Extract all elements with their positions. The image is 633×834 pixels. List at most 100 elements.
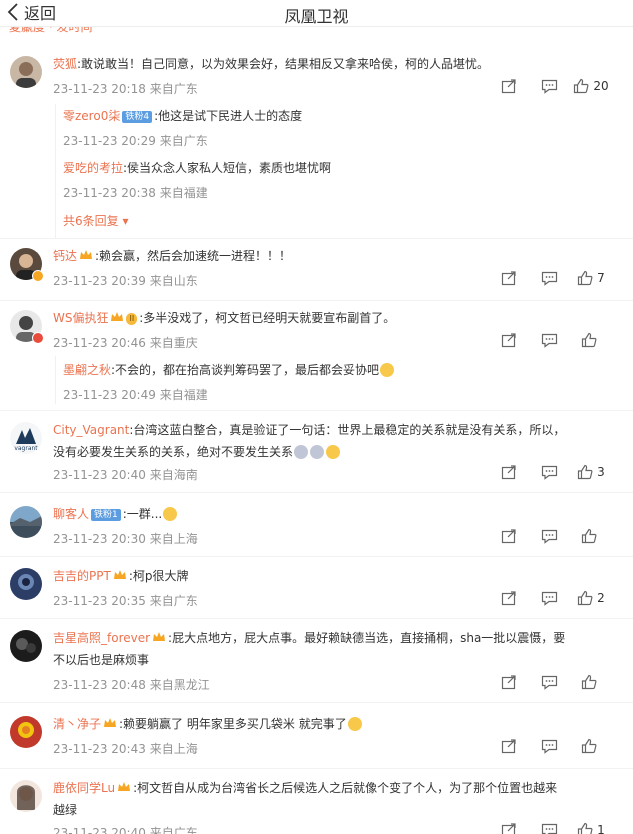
- divider: [0, 492, 633, 493]
- share-button[interactable]: [489, 674, 529, 690]
- peek-text: 夏羸度 · 发时间: [9, 26, 93, 34]
- reply-username[interactable]: 爱吃的考拉: [63, 161, 123, 175]
- comment-username[interactable]: WS偏执狂: [53, 311, 108, 325]
- crown-icon: [79, 249, 93, 261]
- reply-username[interactable]: 墨翩之秋: [63, 363, 111, 377]
- comment-text: :多半没戏了，柯文哲已经明天就要宣布副首了。: [139, 311, 396, 325]
- verified-badge-icon: [32, 332, 44, 344]
- comment-item: 吉星高照_forever:屁大点地方，屁大点事。最好赖缺德当选，直接捅桐，sha…: [0, 628, 633, 698]
- reply-button[interactable]: [529, 590, 569, 606]
- reply-button[interactable]: [529, 270, 569, 286]
- share-button[interactable]: [489, 78, 529, 94]
- crown-icon: [152, 631, 166, 643]
- share-icon: [501, 739, 516, 754]
- comment-username[interactable]: 荧狐: [53, 57, 77, 71]
- emoji-icon: [347, 717, 362, 731]
- crown-icon: [113, 569, 127, 581]
- comment-time: 23-11-23 20:35: [53, 594, 146, 608]
- like-button[interactable]: 20: [569, 78, 613, 94]
- back-button[interactable]: 返回: [6, 0, 56, 24]
- avatar[interactable]: [10, 56, 42, 88]
- share-icon: [501, 529, 516, 544]
- thumbs-up-icon: [581, 528, 597, 544]
- comment-actions: 2: [489, 590, 613, 606]
- like-count: 1: [597, 823, 605, 834]
- like-button[interactable]: 2: [569, 590, 613, 606]
- reply-button[interactable]: [529, 528, 569, 544]
- emoji-icon: [326, 445, 341, 459]
- comment-time: 23-11-23 20:43: [53, 742, 146, 756]
- emoji-icon: [380, 363, 395, 377]
- like-button[interactable]: [569, 332, 613, 348]
- comment-username[interactable]: 钙达: [53, 249, 77, 263]
- reply-button[interactable]: [529, 674, 569, 690]
- vip-level-badge: II: [126, 313, 138, 325]
- like-count: 7: [597, 271, 605, 285]
- like-count: 20: [593, 79, 609, 93]
- avatar[interactable]: [10, 568, 42, 600]
- comment-icon: [541, 465, 557, 480]
- avatar[interactable]: vagrant: [10, 422, 42, 454]
- reply-button[interactable]: [529, 78, 569, 94]
- thumbs-up-icon: [581, 674, 597, 690]
- like-button[interactable]: [569, 528, 613, 544]
- fan-badge: 铁粉1: [91, 509, 121, 521]
- comment-time: 23-11-23 20:18: [53, 82, 146, 96]
- comment-text-continued: 越绿: [53, 803, 78, 817]
- comment-actions: 7: [489, 270, 613, 286]
- comment-text: :柯文哲自从成为台湾省长之后候选人之后就像个变了个人，为了那个位置也越来: [133, 781, 558, 795]
- comment-text: :台湾这蓝白整合，真是验证了一句话：世界上最稳定的关系就是没有关系，所以，: [129, 423, 566, 437]
- share-button[interactable]: [489, 332, 529, 348]
- share-button[interactable]: [489, 464, 529, 480]
- reply-button[interactable]: [529, 822, 569, 834]
- comment-time: 23-11-23 20:40: [53, 468, 146, 482]
- reply-button[interactable]: [529, 464, 569, 480]
- emoji-icon: [163, 507, 178, 521]
- reply-indent-line: [55, 104, 56, 239]
- reply-button[interactable]: [529, 738, 569, 754]
- comment-actions: [489, 674, 613, 690]
- emoji-icon: [310, 445, 325, 459]
- comment-username[interactable]: 鹿依同学Lu: [53, 781, 115, 795]
- comment-username[interactable]: City_Vagrant: [53, 423, 129, 437]
- share-button[interactable]: [489, 590, 529, 606]
- comment-location: 来自上海: [149, 532, 198, 546]
- avatar[interactable]: [10, 506, 42, 538]
- thumbs-up-icon: [574, 78, 589, 94]
- avatar[interactable]: [10, 630, 42, 662]
- reply-button[interactable]: [529, 332, 569, 348]
- comment-location: 来自上海: [149, 742, 198, 756]
- comment-icon: [541, 333, 557, 348]
- comment-time: 23-11-23 20:46: [53, 336, 146, 350]
- share-button[interactable]: [489, 738, 529, 754]
- like-button[interactable]: 3: [569, 464, 613, 480]
- share-icon: [501, 591, 516, 606]
- share-button[interactable]: [489, 270, 529, 286]
- comment-time: 23-11-23 20:39: [53, 274, 146, 288]
- like-button[interactable]: [569, 674, 613, 690]
- comment-username[interactable]: 清丶净子: [53, 717, 101, 731]
- avatar[interactable]: [10, 716, 42, 748]
- avatar[interactable]: [10, 780, 42, 812]
- comment-username[interactable]: 聊客人: [53, 507, 89, 521]
- more-replies-link[interactable]: 共6条回复 ▾: [63, 212, 128, 229]
- comment-username[interactable]: 吉星高照_forever: [53, 631, 150, 645]
- share-button[interactable]: [489, 528, 529, 544]
- comment-location: 来自海南: [149, 468, 198, 482]
- reply-time: 23-11-23 20:38: [63, 186, 156, 200]
- emoji-icon: [294, 445, 309, 459]
- comment-text: :一群...: [122, 507, 163, 521]
- reply-text: :侯当众念人家私人短信，素质也堪忧啊: [123, 161, 332, 175]
- more-replies-label: 共6条回复: [63, 214, 119, 228]
- divider: [0, 556, 633, 557]
- comment-item: 鹿依同学Lu :柯文哲自从成为台湾省长之后候选人之后就像个变了个人，为了那个位置也…: [0, 778, 633, 834]
- like-button[interactable]: 7: [569, 270, 613, 286]
- comment-icon: [541, 79, 557, 94]
- like-button[interactable]: 1: [569, 822, 613, 834]
- like-button[interactable]: [569, 738, 613, 754]
- share-button[interactable]: [489, 822, 529, 834]
- comment-username[interactable]: 吉吉的PPT: [53, 569, 111, 583]
- comment-location: 来自广东: [149, 82, 198, 96]
- reply-username[interactable]: 零zero0柒: [63, 109, 120, 123]
- page-title: 凤凰卫视: [284, 7, 349, 26]
